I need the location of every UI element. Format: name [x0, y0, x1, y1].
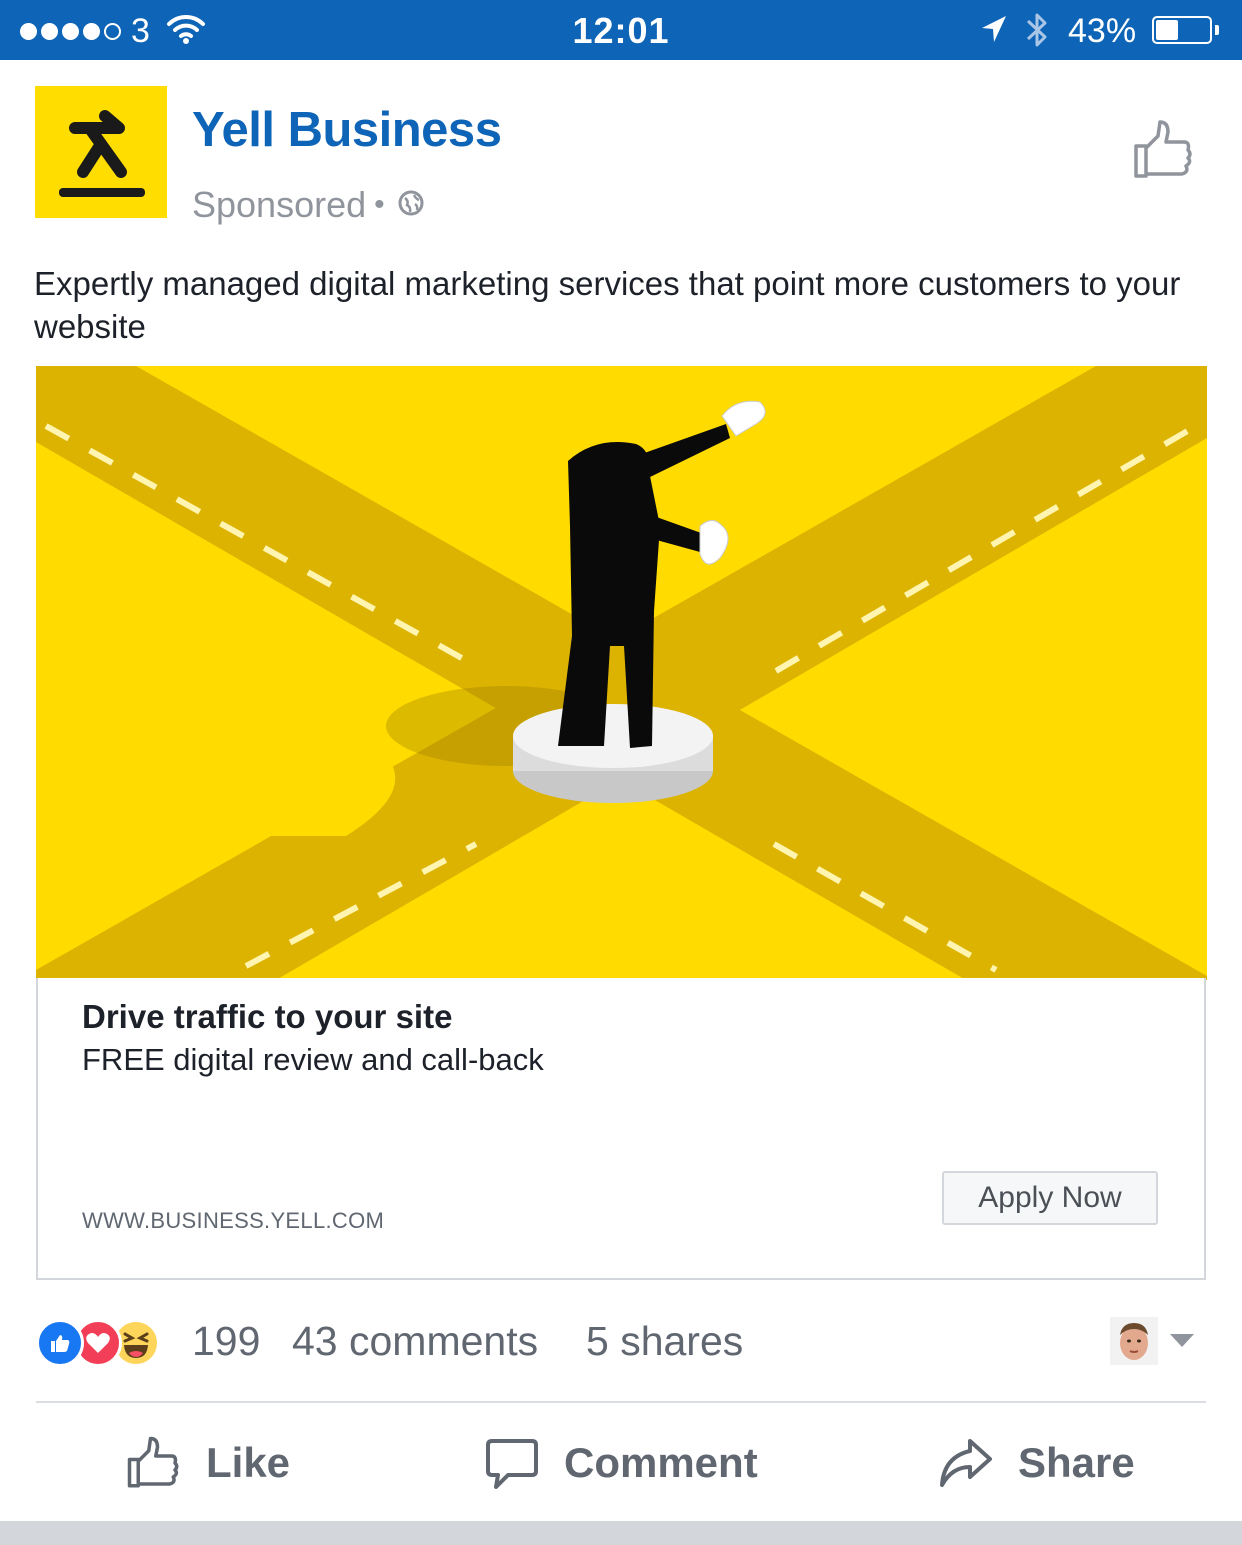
like-button[interactable]: Like — [126, 1432, 290, 1494]
comment-label: Comment — [564, 1439, 758, 1486]
battery-icon — [1152, 16, 1212, 44]
like-page-icon[interactable] — [1130, 118, 1194, 187]
thumbs-up-icon — [126, 1435, 182, 1491]
location-arrow-icon — [980, 14, 1008, 49]
post-message: Expertly managed digital marketing servi… — [34, 265, 1181, 345]
comment-button[interactable]: Comment — [484, 1432, 758, 1494]
reaction-icons[interactable] — [36, 1318, 160, 1368]
meta-separator: • — [374, 188, 385, 221]
bluetooth-icon — [1024, 10, 1050, 55]
ad-image[interactable] — [36, 366, 1207, 980]
ad-domain: WWW.BUSINESS.YELL.COM — [82, 1208, 385, 1233]
comment-bubble-icon — [484, 1435, 540, 1491]
ad-link-card[interactable]: Drive traffic to your site FREE digital … — [36, 978, 1206, 1280]
like-reaction-icon — [36, 1319, 84, 1367]
apply-now-button[interactable]: Apply Now — [942, 1171, 1158, 1225]
page-name-link[interactable]: Yell Business — [192, 102, 502, 158]
share-label: Share — [1018, 1439, 1135, 1486]
reaction-count[interactable]: 199 — [192, 1318, 260, 1365]
clock: 12:01 — [572, 10, 670, 51]
user-avatar[interactable] — [1110, 1317, 1158, 1365]
chevron-down-icon[interactable] — [1168, 1332, 1196, 1355]
post-meta: Sponsored • — [192, 184, 425, 226]
shares-count-link[interactable]: 5 shares — [586, 1318, 743, 1365]
ad-description: FREE digital review and call-back — [82, 1042, 544, 1077]
globe-icon[interactable] — [397, 184, 425, 226]
share-button[interactable]: Share — [938, 1432, 1135, 1494]
feed-separator — [0, 1521, 1242, 1545]
ad-headline[interactable]: Drive traffic to your site — [82, 998, 452, 1036]
page-avatar-logo[interactable] — [35, 86, 167, 218]
battery-percent: 43% — [1068, 12, 1137, 50]
status-bar: 3 12:01 43% — [0, 0, 1242, 60]
ad-illustration — [36, 366, 1207, 980]
action-divider — [36, 1401, 1206, 1403]
sponsored-label: Sponsored — [192, 184, 367, 225]
battery-fill — [1156, 20, 1178, 40]
comments-count-link[interactable]: 43 comments — [292, 1318, 538, 1365]
battery-cap — [1215, 25, 1219, 35]
share-arrow-icon — [938, 1435, 994, 1491]
like-label: Like — [206, 1439, 291, 1486]
